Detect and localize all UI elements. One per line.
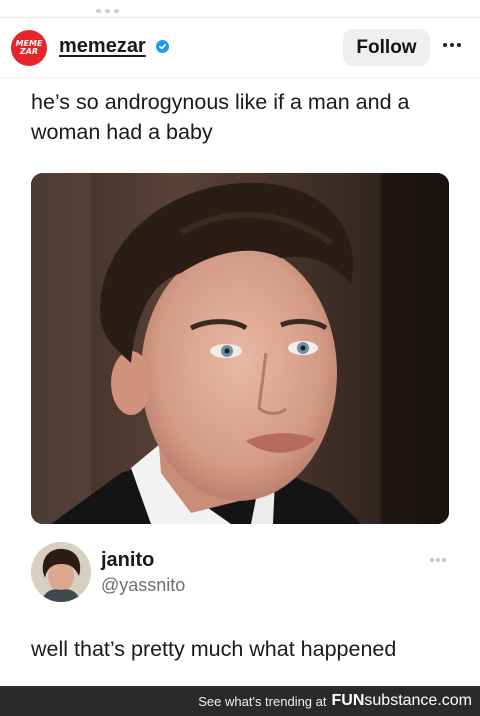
header-divider: [0, 77, 480, 78]
post-text: he’s so androgynous like if a man and a …: [31, 90, 410, 144]
top-divider: [0, 17, 480, 18]
top-indicator: [96, 0, 126, 13]
footer-brand-bold: FUN: [331, 692, 365, 709]
reply-handle[interactable]: @yassnito: [101, 575, 185, 596]
verified-badge-icon: [156, 40, 169, 53]
follow-button[interactable]: Follow: [343, 29, 430, 66]
footer-brand: FUNsubstance.com: [332, 692, 473, 710]
reply-name[interactable]: janito: [101, 549, 154, 572]
reply-more-icon[interactable]: [430, 557, 448, 563]
reply-avatar[interactable]: [31, 542, 91, 602]
account-username[interactable]: memezar: [59, 35, 146, 58]
post-photo[interactable]: [31, 173, 449, 524]
logo-line2: ZAR: [19, 47, 39, 56]
more-options-icon[interactable]: [443, 40, 467, 50]
reply-text: well that’s pretty much what happened: [31, 637, 397, 661]
footer-tagline: See what's trending at: [198, 693, 327, 709]
account-avatar[interactable]: MEME ZAR: [11, 30, 47, 66]
footer-brand-rest: substance.com: [364, 692, 472, 709]
footer-banner[interactable]: See what's trending at FUNsubstance.com: [0, 686, 480, 716]
post-header: MEME ZAR memezar Follow: [0, 26, 480, 72]
